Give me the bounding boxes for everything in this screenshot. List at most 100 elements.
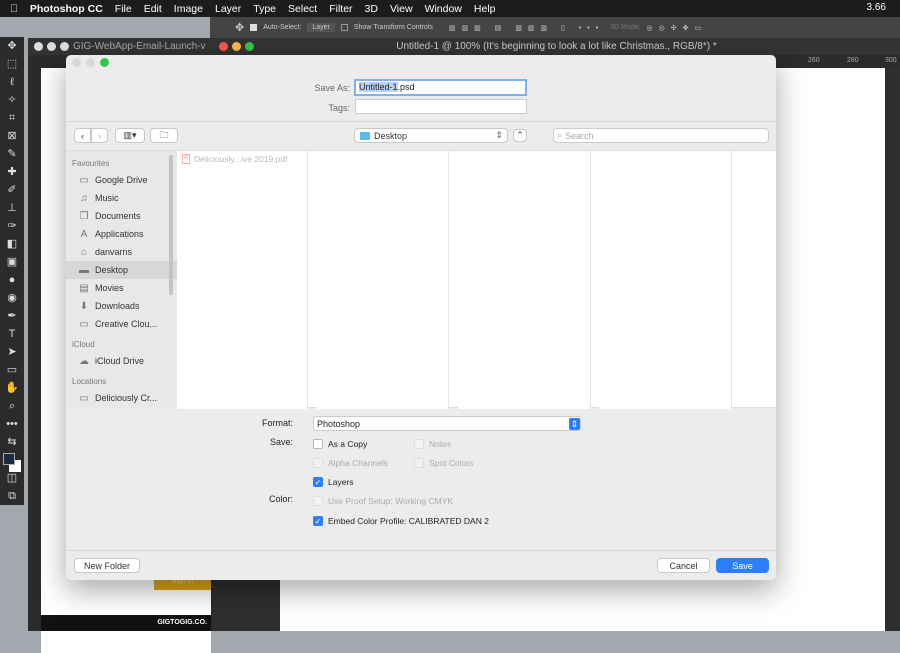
sidebar-item-label: Music — [95, 193, 119, 203]
menu-type[interactable]: Type — [253, 3, 276, 15]
history-brush-icon[interactable]: ✑ — [7, 217, 16, 235]
layers-checkbox[interactable]: ✓ Layers — [313, 477, 354, 487]
hand-tool-icon[interactable]: ✋ — [5, 379, 19, 397]
view-mode-button[interactable]: ▥▾ — [115, 128, 145, 143]
pen-tool-icon[interactable]: ✒ — [7, 307, 16, 325]
checkbox-box — [414, 439, 424, 449]
menu-3d[interactable]: 3D — [365, 3, 378, 15]
marquee-tool-icon[interactable]: ⬚ — [7, 55, 17, 73]
sidebar-item-creative-cloud[interactable]: ▭ Creative Clou... — [66, 315, 177, 333]
menu-app[interactable]: Photoshop CC — [30, 3, 103, 15]
screen-mode-icon[interactable]: ⧉ — [8, 487, 16, 505]
ruler-label: 300 — [885, 57, 897, 64]
as-copy-checkbox[interactable]: As a Copy — [313, 439, 367, 449]
sidebar-item-location[interactable]: ▭ Deliciously Cr... — [66, 389, 177, 407]
eyedropper-icon[interactable]: ✎ — [7, 145, 16, 163]
dialog-traffic-lights — [72, 58, 109, 67]
apple-menu-icon[interactable]:  — [10, 3, 18, 15]
sidebar-heading-favourites: Favourites — [72, 159, 110, 168]
file-item[interactable]: A Deliciously...ive 2019.pdf — [177, 151, 307, 167]
brush-tool-icon[interactable]: ✐ — [7, 181, 16, 199]
shape-tool-icon[interactable]: ▭ — [7, 361, 17, 379]
back-button[interactable]: ‹ — [74, 128, 91, 143]
sidebar-item-desktop[interactable]: ▬ Desktop — [66, 261, 177, 279]
menu-file[interactable]: File — [115, 3, 132, 15]
checkbox-label: Alpha Channels — [328, 458, 389, 468]
menu-layer[interactable]: Layer — [215, 3, 241, 15]
new-folder-icon-button[interactable]: 🗀 — [150, 128, 178, 143]
auto-select-checkbox[interactable] — [250, 24, 258, 31]
color-swatches[interactable] — [2, 451, 22, 472]
save-as-input[interactable]: Untitled-1.psd — [354, 79, 527, 96]
sidebar-scrollbar[interactable] — [169, 155, 173, 295]
search-input[interactable]: ⌕ Search — [553, 128, 769, 143]
minimize-button[interactable] — [47, 42, 56, 51]
tags-input[interactable] — [355, 99, 527, 114]
menu-window[interactable]: Window — [425, 3, 462, 15]
sidebar-item-label: Applications — [95, 229, 144, 239]
crop-tool-icon[interactable]: ⌗ — [9, 109, 15, 127]
cancel-button[interactable]: Cancel — [657, 558, 710, 573]
format-label: Format: — [261, 418, 293, 428]
location-dropdown[interactable]: Desktop ⇕ — [354, 128, 508, 143]
transform-controls-checkbox[interactable] — [340, 24, 348, 31]
path-select-icon[interactable]: ➤ — [7, 343, 16, 361]
move-tool-icon[interactable]: ✥ — [7, 37, 16, 55]
proof-setup-checkbox[interactable]: Use Proof Setup: Working CMYK — [313, 496, 453, 506]
dodge-icon[interactable]: ◉ — [7, 289, 17, 307]
sidebar-item-movies[interactable]: ▤ Movies — [66, 279, 177, 297]
blur-icon[interactable]: ● — [9, 271, 16, 289]
close-button[interactable] — [34, 42, 43, 51]
type-tool-icon[interactable]: T — [9, 325, 16, 343]
swap-colors-icon[interactable]: ⇆ — [7, 433, 16, 451]
checkbox-box — [313, 496, 323, 506]
sidebar-item-home[interactable]: ⌂ danvarns — [66, 243, 177, 261]
menu-help[interactable]: Help — [474, 3, 496, 15]
menu-image[interactable]: Image — [174, 3, 203, 15]
sidebar-item-google-drive[interactable]: ▭ Google Drive — [66, 171, 177, 189]
pdf-icon: A — [182, 154, 191, 164]
sidebar-item-icloud-drive[interactable]: ☁ iCloud Drive — [66, 352, 177, 370]
gradient-icon[interactable]: ▣ — [7, 253, 17, 271]
sidebar-item-label: Google Drive — [95, 175, 148, 185]
stamp-tool-icon[interactable]: ⊥ — [7, 199, 17, 217]
sidebar-item-label: iCloud Drive — [95, 356, 145, 366]
move-tool-icon[interactable]: ✥ — [235, 21, 244, 34]
save-button[interactable]: Save — [716, 558, 769, 573]
auto-select-dropdown[interactable]: Layer — [307, 23, 335, 32]
more-tools-icon[interactable]: ••• — [6, 415, 18, 433]
format-dropdown[interactable]: Photoshop ⇕ — [313, 416, 581, 431]
forward-button[interactable]: › — [91, 128, 108, 143]
sidebar-item-music[interactable]: ♫ Music — [66, 189, 177, 207]
new-folder-button[interactable]: New Folder — [74, 558, 140, 573]
folder-icon: ▭ — [79, 318, 89, 330]
magic-wand-icon[interactable]: ✧ — [7, 91, 16, 109]
sidebar-item-downloads[interactable]: ⬇ Downloads — [66, 297, 177, 315]
eraser-icon[interactable]: ◧ — [7, 235, 17, 253]
menu-edit[interactable]: Edit — [144, 3, 162, 15]
frame-tool-icon[interactable]: ⊠ — [7, 127, 16, 145]
zoom-button[interactable] — [60, 42, 69, 51]
alpha-channels-checkbox[interactable]: Alpha Channels — [313, 458, 388, 468]
spot-colors-checkbox[interactable]: Spot Colors — [414, 458, 473, 468]
menu-select[interactable]: Select — [288, 3, 317, 15]
lasso-tool-icon[interactable]: ℓ — [10, 73, 14, 91]
expand-collapse-button[interactable]: ⌃ — [513, 129, 527, 142]
ruler-label: 280 — [847, 57, 859, 64]
align-icons[interactable]: ▥▥▥ ▤ ▥▥▥ ▯ ••• — [449, 24, 604, 32]
embed-profile-checkbox[interactable]: ✓ Embed Color Profile: CALIBRATED DAN 2 — [313, 516, 489, 526]
menu-view[interactable]: View — [390, 3, 413, 15]
checkbox-box — [313, 458, 323, 468]
sidebar-item-documents[interactable]: ❐ Documents — [66, 207, 177, 225]
chevron-updown-icon: ⇕ — [495, 130, 503, 140]
zoom-tool-icon[interactable]: ⌕ — [9, 397, 15, 415]
notes-checkbox[interactable]: Notes — [414, 439, 451, 449]
zoom-button[interactable] — [100, 58, 109, 67]
sidebar-item-applications[interactable]: A Applications — [66, 225, 177, 243]
checkmark-icon: ✓ — [313, 516, 323, 526]
menu-filter[interactable]: Filter — [329, 3, 352, 15]
healing-brush-icon[interactable]: ✚ — [7, 163, 16, 181]
file-name: Deliciously...ive 2019.pdf — [194, 154, 288, 164]
3d-mode-icons[interactable]: ◎◎✣✥▭ — [647, 24, 708, 32]
file-column: A Deliciously...ive 2019.pdf — [177, 151, 308, 409]
